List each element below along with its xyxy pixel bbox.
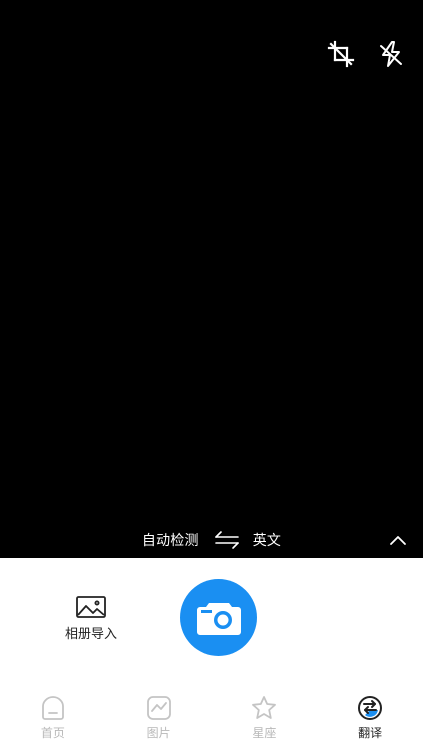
nav-item-home[interactable]: 首页 [0,686,106,752]
swap-languages-icon[interactable] [213,529,241,551]
camera-icon [196,602,241,635]
camera-viewfinder[interactable]: 自动检测 英文 [0,0,423,558]
capture-panel: 相册导入 [0,558,423,686]
bottom-navigation: 首页 图片 星座 翻译 [0,686,423,752]
image-trend-icon [146,696,171,720]
nav-item-images[interactable]: 图片 [106,686,212,752]
star-icon [252,696,277,719]
picture-icon [76,596,106,618]
nav-label-translate: 翻译 [358,726,383,740]
album-import-label: 相册导入 [64,627,117,642]
target-language[interactable]: 英文 [253,530,281,550]
camera-translate-screen: 自动检测 英文 相册导入 首页 图片 星座 翻译 [0,0,423,752]
nav-label-horoscope: 星座 [252,726,277,740]
translate-icon [358,696,383,720]
flash-off-icon[interactable] [375,38,407,70]
source-language[interactable]: 自动检测 [142,530,199,550]
crop-icon[interactable] [325,38,357,70]
nav-item-horoscope[interactable]: 星座 [212,686,318,752]
nav-item-translate[interactable]: 翻译 [317,686,423,752]
home-icon [41,696,64,720]
nav-label-images: 图片 [146,726,171,740]
viewfinder-toolbar [325,38,407,70]
language-selector-bar: 自动检测 英文 [0,524,423,556]
album-import-button[interactable]: 相册导入 [56,594,126,642]
shutter-button[interactable] [180,579,257,656]
chevron-up-icon[interactable] [387,529,409,551]
nav-label-home: 首页 [40,726,65,740]
